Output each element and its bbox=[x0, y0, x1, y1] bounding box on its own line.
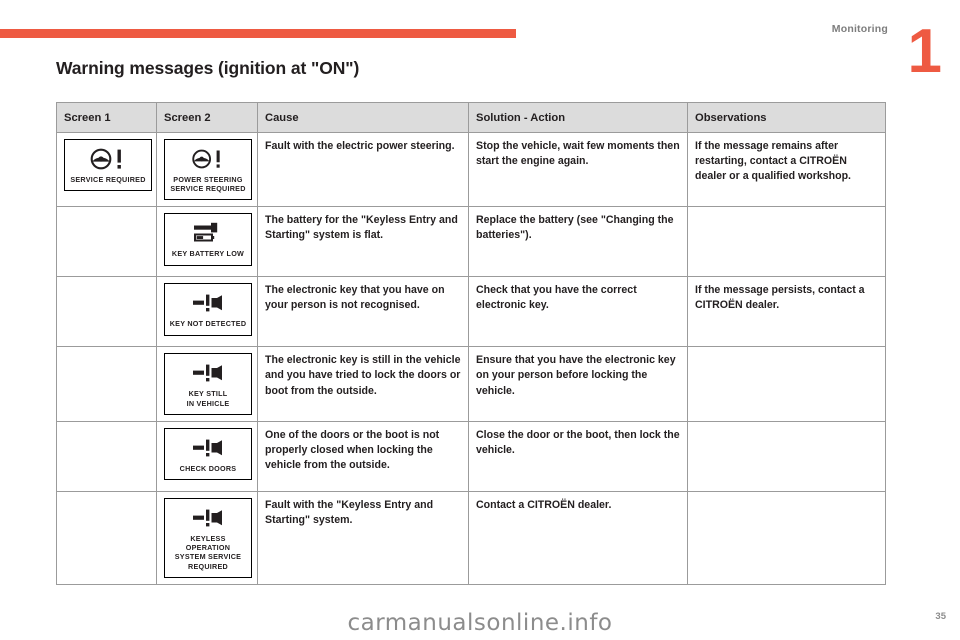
display-tile-keyless-operation-service-required: KEYLESS OPERATION SYSTEM SERVICE REQUIRE… bbox=[164, 497, 252, 578]
check-doors-icon bbox=[168, 436, 248, 460]
observations-cell: If the message persists, contact a CITRO… bbox=[687, 276, 886, 348]
solution-cell: Replace the battery (see "Changing the b… bbox=[468, 206, 688, 278]
solution-cell: Ensure that you have the electronic key … bbox=[468, 346, 688, 422]
warning-messages-table: Screen 1 Screen 2 Cause Solution - Actio… bbox=[56, 102, 886, 585]
observations-cell bbox=[687, 206, 886, 278]
display-tile-caption: KEYLESS OPERATION SYSTEM SERVICE REQUIRE… bbox=[174, 533, 242, 571]
screen-1-cell bbox=[56, 276, 157, 348]
display-tile-key-battery-low: KEY BATTERY LOW bbox=[164, 213, 252, 266]
display-tile-power-steering-service-required: POWER STEERING SERVICE REQUIRED bbox=[164, 139, 252, 201]
column-header-screen-2: Screen 2 bbox=[156, 102, 258, 133]
solution-cell: Contact a CITROËN dealer. bbox=[468, 490, 688, 585]
display-tile-key-still-in-vehicle: KEY STILL IN VEHICLE bbox=[164, 353, 252, 415]
screen-1-cell bbox=[56, 206, 157, 278]
steering-wheel-warning-icon bbox=[168, 147, 248, 171]
screen-2-cell: KEY BATTERY LOW bbox=[156, 206, 258, 278]
page-number: 35 bbox=[935, 611, 946, 622]
display-tile-check-doors: CHECK DOORS bbox=[164, 427, 252, 481]
header-accent-rule bbox=[0, 29, 516, 38]
page-title: Warning messages (ignition at "ON") bbox=[56, 58, 360, 78]
screen-1-cell: SERVICE REQUIRED bbox=[56, 131, 157, 208]
table-header-row: Screen 1 Screen 2 Cause Solution - Actio… bbox=[56, 102, 886, 133]
display-tile-caption: KEY STILL IN VEHICLE bbox=[186, 389, 230, 408]
screen-1-cell bbox=[56, 420, 157, 492]
table-body: SERVICE REQUIRED POWER STEERING SERVICE … bbox=[56, 131, 886, 585]
cause-cell: Fault with the electric power steering. bbox=[257, 131, 469, 208]
table-header: Screen 1 Screen 2 Cause Solution - Actio… bbox=[56, 102, 886, 133]
table-row: CHECK DOORS One of the doors or the boot… bbox=[56, 420, 886, 492]
table-row: KEYLESS OPERATION SYSTEM SERVICE REQUIRE… bbox=[56, 490, 886, 585]
observations-cell bbox=[687, 346, 886, 422]
display-tile-service-required: SERVICE REQUIRED bbox=[64, 139, 152, 192]
chapter-number: 1 bbox=[907, 17, 942, 86]
solution-cell: Check that you have the correct electron… bbox=[468, 276, 688, 348]
section-label: Monitoring bbox=[831, 23, 888, 35]
key-not-detected-icon bbox=[168, 291, 248, 315]
solution-cell: Stop the vehicle, wait few moments then … bbox=[468, 131, 688, 208]
display-tile-caption: POWER STEERING SERVICE REQUIRED bbox=[170, 175, 246, 194]
column-header-screen-1: Screen 1 bbox=[56, 102, 157, 133]
screen-2-cell: KEYLESS OPERATION SYSTEM SERVICE REQUIRE… bbox=[156, 490, 258, 585]
column-header-observations: Observations bbox=[687, 102, 886, 133]
display-tile-key-not-detected: KEY NOT DETECTED bbox=[164, 283, 252, 336]
display-tile-caption: CHECK DOORS bbox=[179, 463, 237, 473]
display-tile-caption: KEY NOT DETECTED bbox=[169, 319, 247, 329]
steering-wheel-warning-icon bbox=[68, 147, 148, 171]
screen-2-cell: CHECK DOORS bbox=[156, 420, 258, 492]
table-row: KEY STILL IN VEHICLE The electronic key … bbox=[56, 346, 886, 422]
screen-1-cell bbox=[56, 346, 157, 422]
table-row: SERVICE REQUIRED POWER STEERING SERVICE … bbox=[56, 131, 886, 208]
column-header-solution-action: Solution - Action bbox=[468, 102, 688, 133]
solution-cell: Close the door or the boot, then lock th… bbox=[468, 420, 688, 492]
column-header-cause: Cause bbox=[257, 102, 469, 133]
cause-cell: Fault with the "Keyless Entry and Starti… bbox=[257, 490, 469, 585]
cause-cell: One of the doors or the boot is not prop… bbox=[257, 420, 469, 492]
site-watermark: carmanualsonline.info bbox=[347, 610, 613, 636]
screen-2-cell: KEY STILL IN VEHICLE bbox=[156, 346, 258, 422]
observations-cell bbox=[687, 490, 886, 585]
screen-1-cell bbox=[56, 490, 157, 585]
cause-cell: The electronic key that you have on your… bbox=[257, 276, 469, 348]
cause-cell: The electronic key is still in the vehic… bbox=[257, 346, 469, 422]
display-tile-caption: KEY BATTERY LOW bbox=[171, 249, 245, 259]
observations-cell bbox=[687, 420, 886, 492]
table-row: KEY BATTERY LOW The battery for the "Key… bbox=[56, 206, 886, 278]
cause-cell: The battery for the "Keyless Entry and S… bbox=[257, 206, 469, 278]
key-in-vehicle-icon bbox=[168, 361, 248, 385]
screen-2-cell: KEY NOT DETECTED bbox=[156, 276, 258, 348]
screen-2-cell: POWER STEERING SERVICE REQUIRED bbox=[156, 131, 258, 208]
table-row: KEY NOT DETECTED The electronic key that… bbox=[56, 276, 886, 348]
key-battery-icon bbox=[168, 221, 248, 245]
keyless-operation-fault-icon bbox=[168, 506, 248, 530]
observations-cell: If the message remains after restarting,… bbox=[687, 131, 886, 208]
display-tile-caption: SERVICE REQUIRED bbox=[70, 175, 146, 184]
